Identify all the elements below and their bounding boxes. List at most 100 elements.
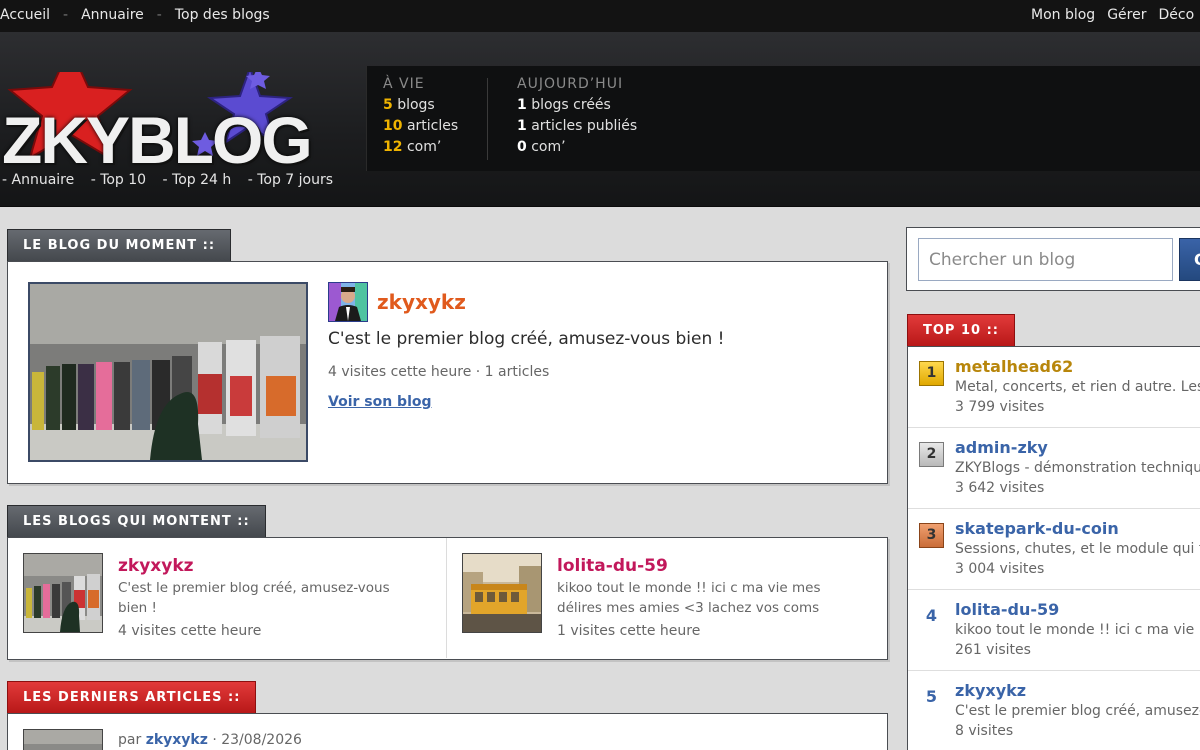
rank-number: 5 xyxy=(925,687,938,706)
blog-du-moment-panel: zkyxykz C'est le premier blog créé, amus… xyxy=(7,261,888,484)
rising-blog-card[interactable]: lolita-du-59 kikoo tout le monde !! ici … xyxy=(447,538,888,658)
top10-blog-name[interactable]: skatepark-du-coin xyxy=(955,519,1119,538)
top10-item[interactable]: 2 admin-zky ZKYBlogs - démonstration tec… xyxy=(908,428,1200,509)
top10-blog-visits: 261 visites xyxy=(955,642,1031,658)
section-label-blogs-qui-montent: LES BLOGS QUI MONTENT :: xyxy=(7,505,266,537)
top10-blog-description: kikoo tout le monde !! ici c ma vie m xyxy=(955,622,1200,638)
top10-blog-description: Metal, concerts, et rien d autre. Les xyxy=(955,379,1200,395)
logo-wordmark: ZKYBLOG xyxy=(2,103,313,177)
stat-label: blogs créés xyxy=(531,97,611,113)
stats-lifetime-heading: À vie xyxy=(383,76,425,92)
stat-number: 1 xyxy=(517,97,527,113)
stat-label: articles xyxy=(406,118,459,134)
energy-drink-photo-image xyxy=(30,284,306,460)
site-stats-panel: À vie 5 blogs 10 articles 12 com’ Aujour… xyxy=(366,66,1200,171)
article-meta: par zkyxykz · 23/08/2026 xyxy=(118,732,302,748)
stat-row: 10 articles xyxy=(383,116,458,137)
stat-label: blogs xyxy=(397,97,435,113)
search-blog-input[interactable] xyxy=(918,238,1173,281)
stat-label: articles publiés xyxy=(531,118,638,134)
article-thumbnail-image xyxy=(24,730,102,750)
stat-label: com’ xyxy=(406,139,442,155)
search-panel: O xyxy=(906,227,1200,291)
search-button[interactable]: O xyxy=(1179,238,1200,281)
top10-item[interactable]: 3 skatepark-du-coin Sessions, chutes, et… xyxy=(908,509,1200,590)
stat-number: 12 xyxy=(383,139,403,155)
subnav-top-7-jours[interactable]: - Top 7 jours xyxy=(248,172,333,188)
top-nav-right: Mon blog Gérer Déco xyxy=(1031,0,1200,32)
site-header: ZKYBLOG - Annuaire - Top 10 - Top 24 h -… xyxy=(0,32,1200,207)
top10-blog-description: ZKYBlogs - démonstration technique xyxy=(955,460,1200,476)
nav-link-accueil[interactable]: Accueil xyxy=(0,7,50,23)
tram-photo-thumbnail-image xyxy=(463,554,541,632)
subnav-annuaire[interactable]: - Annuaire xyxy=(2,172,74,188)
top10-blog-name[interactable]: zkyxykz xyxy=(955,681,1026,700)
stats-today-heading: Aujourd’hui xyxy=(517,76,624,92)
stat-row: 5 blogs xyxy=(383,95,458,116)
top10-item[interactable]: 1 metalhead62 Metal, concerts, et rien d… xyxy=(908,347,1200,428)
nav-link-mon-blog[interactable]: Mon blog xyxy=(1031,7,1095,23)
section-label-derniers-articles: LES DERNIERS ARTICLES :: xyxy=(7,681,257,713)
section-label-top-10: TOP 10 :: xyxy=(907,314,1015,346)
top10-blog-visits: 3 642 visites xyxy=(955,480,1045,496)
rising-blog-description: kikoo tout le monde !! ici c ma vie mes … xyxy=(557,580,821,616)
top10-blog-description: Sessions, chutes, et le module qui t xyxy=(955,541,1200,557)
nav-link-gerer[interactable]: Gérer xyxy=(1107,7,1146,23)
rising-blog-thumbnail[interactable] xyxy=(23,553,103,633)
rising-blog-description: C'est le premier blog créé, amusez-vous … xyxy=(118,580,390,616)
site-logo[interactable]: ZKYBLOG xyxy=(0,72,320,177)
rank-badge-gold: 1 xyxy=(919,361,944,386)
nav-separator: - xyxy=(63,7,69,23)
nav-link-annuaire[interactable]: Annuaire xyxy=(81,7,144,23)
blog-du-moment-description: C'est le premier blog créé, amusez-vous … xyxy=(328,329,725,349)
top-navigation-bar: Accueil - Annuaire - Top des blogs Mon blog G… xyxy=(0,0,1200,32)
stats-lifetime: À vie 5 blogs 10 articles 12 com’ xyxy=(383,76,458,158)
rank-badge-silver: 2 xyxy=(919,442,944,467)
stat-number: 10 xyxy=(383,118,403,134)
top-nav-left: Accueil - Annuaire - Top des blogs xyxy=(0,0,270,32)
stat-row: 1 blogs créés xyxy=(517,95,637,116)
top10-blog-visits: 8 visites xyxy=(955,723,1014,739)
rising-blog-thumbnail[interactable] xyxy=(462,553,542,633)
blog-photo-energy-drinks[interactable] xyxy=(28,282,308,462)
rising-blog-visits: 1 visites cette heure xyxy=(557,623,701,639)
rising-blog-name[interactable]: lolita-du-59 xyxy=(557,556,668,576)
stat-number: 0 xyxy=(517,139,527,155)
top10-blog-description: C'est le premier blog créé, amusez- xyxy=(955,703,1200,719)
stat-number: 5 xyxy=(383,97,393,113)
rising-blog-name[interactable]: zkyxykz xyxy=(118,556,194,576)
stat-row: 0 com’ xyxy=(517,137,637,158)
rank-number: 4 xyxy=(925,606,938,625)
stat-row: 12 com’ xyxy=(383,137,458,158)
stats-today: Aujourd’hui 1 blogs créés 1 articles pub… xyxy=(517,76,637,158)
subnav-top-24h[interactable]: - Top 24 h xyxy=(163,172,232,188)
avatar-portrait-image xyxy=(329,283,367,321)
derniers-articles-panel: par zkyxykz · 23/08/2026 xyxy=(7,713,888,750)
top-10-panel: 1 metalhead62 Metal, concerts, et rien d… xyxy=(907,346,1200,750)
stat-label: com’ xyxy=(531,139,566,155)
article-author-link[interactable]: zkyxykz xyxy=(146,732,208,748)
article-thumbnail[interactable] xyxy=(23,729,103,750)
rising-blog-card[interactable]: zkyxykz C'est le premier blog créé, amus… xyxy=(8,538,447,658)
rank-badge-bronze: 3 xyxy=(919,523,944,548)
header-subnav: - Annuaire - Top 10 - Top 24 h - Top 7 j… xyxy=(2,172,345,188)
article-date: · 23/08/2026 xyxy=(212,732,302,748)
blogs-qui-montent-panel: zkyxykz C'est le premier blog créé, amus… xyxy=(7,537,888,660)
stat-number: 1 xyxy=(517,118,527,134)
rising-blog-visits: 4 visites cette heure xyxy=(118,623,262,639)
stats-divider xyxy=(487,78,488,160)
blog-du-moment-name[interactable]: zkyxykz xyxy=(377,290,466,314)
top10-blog-name[interactable]: lolita-du-59 xyxy=(955,600,1059,619)
blog-avatar[interactable] xyxy=(328,282,368,322)
top10-blog-name[interactable]: admin-zky xyxy=(955,438,1048,457)
top10-blog-visits: 3 799 visites xyxy=(955,399,1045,415)
nav-link-top-des-blogs[interactable]: Top des blogs xyxy=(175,7,270,23)
nav-separator: - xyxy=(156,7,162,23)
section-label-blog-du-moment: LE BLOG DU MOMENT :: xyxy=(7,229,232,261)
voir-son-blog-link[interactable]: Voir son blog xyxy=(328,394,432,410)
nav-link-deconnexion[interactable]: Déco xyxy=(1158,7,1194,23)
top10-item[interactable]: 5 zkyxykz C'est le premier blog créé, am… xyxy=(908,671,1200,750)
top10-blog-name[interactable]: metalhead62 xyxy=(955,357,1073,376)
top10-item[interactable]: 4 lolita-du-59 kikoo tout le monde !! ic… xyxy=(908,590,1200,671)
subnav-top-10[interactable]: - Top 10 xyxy=(91,172,146,188)
